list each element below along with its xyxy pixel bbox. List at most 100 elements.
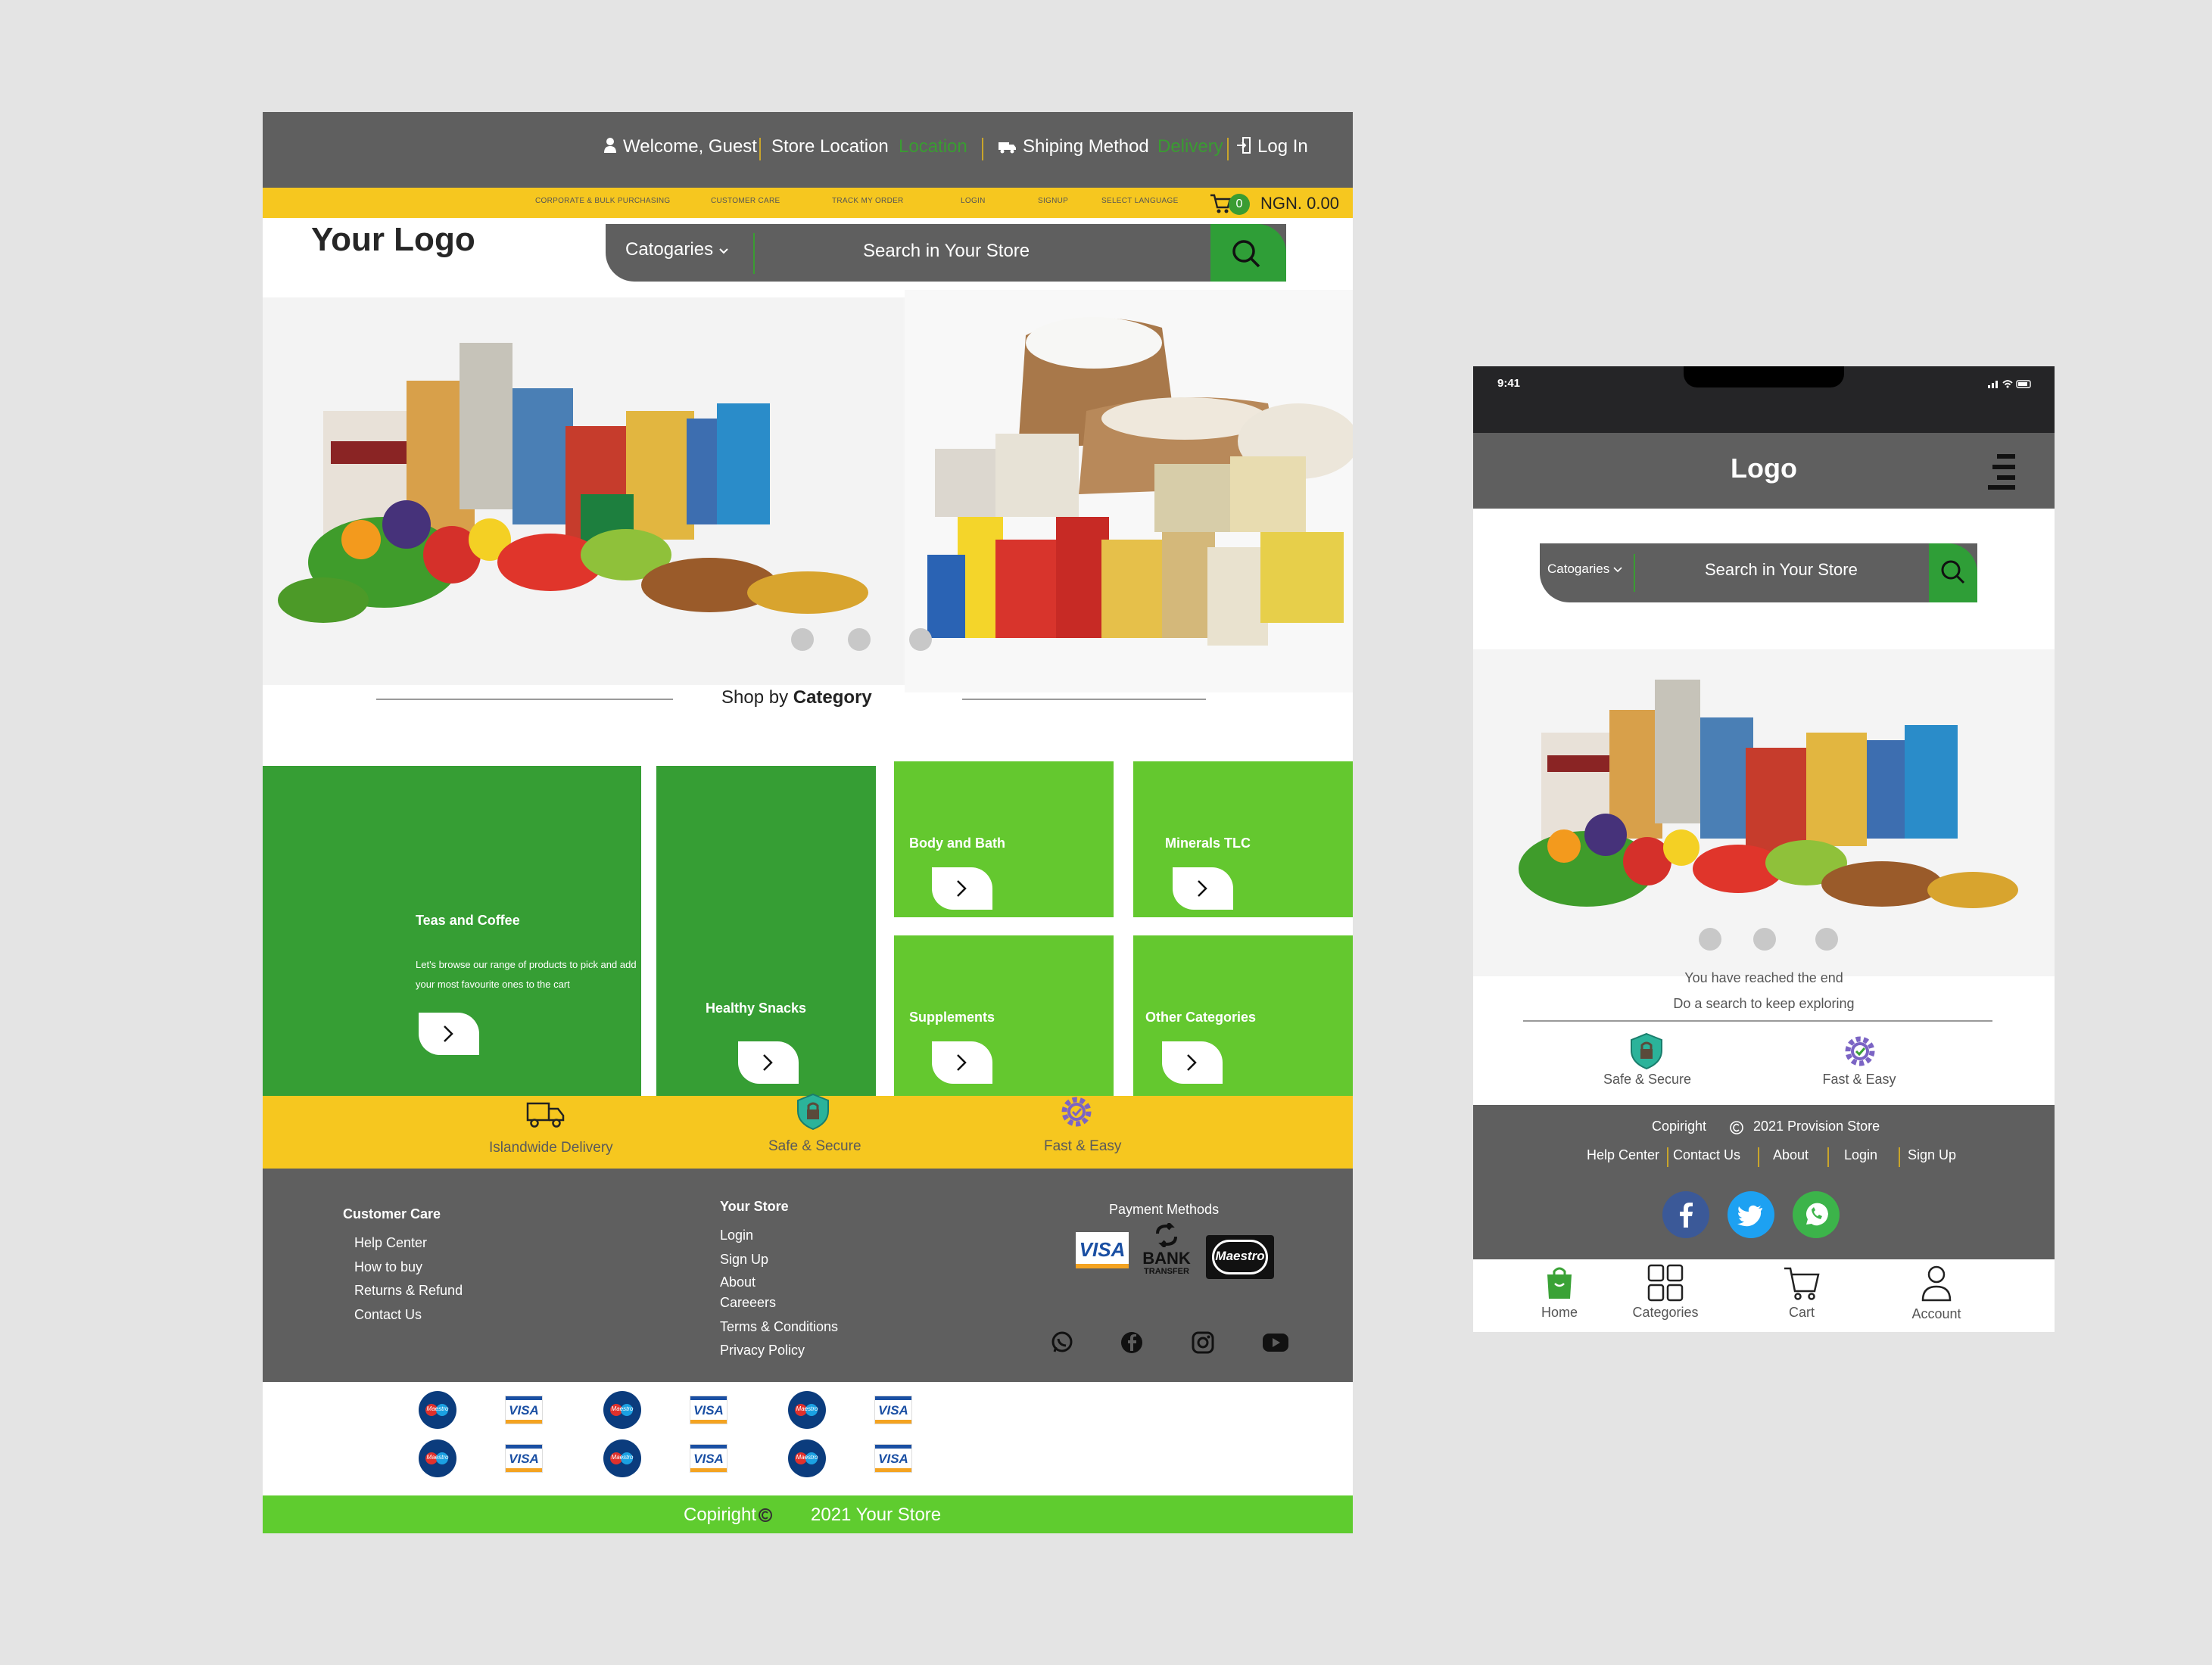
store-logo[interactable]: Your Logo [311, 221, 475, 259]
link-corporate[interactable]: CORPORATE & BULK PURCHASING [535, 197, 671, 205]
your-store-heading: Your Store [720, 1199, 789, 1214]
footer-link-about[interactable]: About [720, 1274, 756, 1290]
chevron-right-icon [957, 1054, 967, 1071]
visa-card-icon: VISA [690, 1444, 727, 1473]
shopping-bag-icon [1547, 1267, 1572, 1299]
footer-link-privacy[interactable]: Privacy Policy [720, 1343, 805, 1358]
mobile-categories-dropdown[interactable]: Catogaries [1547, 562, 1622, 577]
carousel-dot-2[interactable] [848, 628, 871, 651]
footer-link-terms[interactable]: Terms & Conditions [720, 1319, 838, 1335]
maestro-card-icon: Maestro [419, 1439, 456, 1477]
mobile-logo[interactable]: Logo [1665, 453, 1862, 484]
whatsapp-icon[interactable] [1050, 1330, 1074, 1355]
chevron-right-icon [1198, 880, 1207, 897]
link-customer-care[interactable]: CUSTOMER CARE [711, 197, 780, 205]
welcome-guest[interactable]: Welcome, Guest [603, 136, 757, 157]
mobile-link-signup[interactable]: Sign Up [1908, 1147, 1956, 1163]
shipping-method-label[interactable]: Shiping Method [999, 136, 1149, 157]
mobile-hero-banner [1473, 649, 2055, 976]
store-location-label[interactable]: Store Location [771, 136, 889, 157]
menu-icon[interactable] [1985, 453, 2017, 490]
mobile-search-bar: Catogaries Search in Your Store [1540, 543, 1977, 602]
visa-card-icon: VISA [874, 1444, 912, 1473]
tile-arrow-button[interactable] [932, 1041, 992, 1084]
hero-image-groceries [263, 297, 903, 685]
chevron-right-icon [1187, 1054, 1197, 1071]
mobile-feature-safe-label: Safe & Secure [1603, 1072, 1692, 1087]
carousel-dot-1[interactable] [791, 628, 814, 651]
whatsapp-icon[interactable] [1793, 1191, 1840, 1238]
link-language[interactable]: SELECT LANGUAGE [1101, 197, 1179, 205]
tile-arrow-button[interactable] [1173, 867, 1233, 910]
footer-link-careers[interactable]: Careeers [720, 1295, 776, 1311]
visa-card-icon: VISA [874, 1396, 912, 1424]
category-tile-healthy-snacks[interactable]: Healthy Snacks [656, 766, 876, 1096]
instagram-icon[interactable] [1191, 1330, 1215, 1355]
tab-cart[interactable]: Cart [1756, 1259, 1847, 1321]
facebook-icon[interactable] [1662, 1191, 1709, 1238]
link-signup[interactable]: SIGNUP [1038, 197, 1068, 205]
maestro-card-icon: Maestro [603, 1391, 641, 1429]
visa-card-icon: VISA [505, 1444, 543, 1473]
mobile-link-about[interactable]: About [1773, 1147, 1809, 1163]
log-in-link[interactable]: Log In [1236, 136, 1308, 157]
mobile-carousel-dot-3[interactable] [1815, 928, 1838, 951]
youtube-icon[interactable] [1262, 1332, 1289, 1353]
end-of-list-title: You have reached the end [1684, 970, 1843, 985]
carousel-dot-3[interactable] [909, 628, 932, 651]
gear-check-icon [1845, 1036, 1875, 1066]
link-track-order[interactable]: TRACK MY ORDER [832, 197, 904, 205]
mobile-search-button[interactable] [1929, 543, 1977, 602]
tile-arrow-button[interactable] [419, 1013, 479, 1055]
mobile-copyright-text: 2021 Provision Store [1753, 1119, 1880, 1134]
category-tile-supplements[interactable]: Supplements [894, 935, 1114, 1096]
visa-card-icon: VISA [505, 1396, 543, 1424]
mobile-link-help-center[interactable]: Help Center [1587, 1147, 1659, 1163]
twitter-icon[interactable] [1728, 1191, 1774, 1238]
user-icon [1921, 1265, 1952, 1302]
footer-link-help-center[interactable]: Help Center [354, 1235, 427, 1251]
category-tile-other[interactable]: Other Categories [1133, 935, 1353, 1096]
search-input[interactable]: Search in Your Store [863, 241, 1030, 262]
tab-home[interactable]: Home [1514, 1259, 1605, 1321]
footer-link-signup[interactable]: Sign Up [720, 1252, 768, 1268]
footer-link-returns[interactable]: Returns & Refund [354, 1283, 463, 1299]
grid-icon [1647, 1264, 1684, 1302]
category-tile-minerals-tlc[interactable]: Minerals TLC [1133, 761, 1353, 917]
features-strip: Islandwide Delivery Safe & Secure Fast &… [263, 1093, 1353, 1169]
tile-arrow-button[interactable] [738, 1041, 799, 1084]
tab-account[interactable]: Account [1891, 1259, 1982, 1322]
mobile-carousel-dot-1[interactable] [1699, 928, 1721, 951]
mobile-copyright-label: Copiright [1652, 1119, 1707, 1134]
footer-link-login[interactable]: Login [720, 1228, 753, 1243]
footer-link-contact[interactable]: Contact Us [354, 1307, 422, 1323]
delivery-truck-icon [526, 1102, 565, 1128]
tile-arrow-button[interactable] [932, 867, 992, 910]
shield-lock-icon [1631, 1032, 1662, 1070]
category-tile-teas-coffee[interactable]: Teas and Coffee Let's browse our range o… [263, 766, 641, 1096]
link-login[interactable]: LOGIN [961, 197, 986, 205]
shield-lock-icon [797, 1093, 829, 1131]
bottom-tab-bar: Home Categories Cart Account [1473, 1259, 2055, 1332]
mobile-header: Logo [1473, 433, 2055, 509]
mobile-feature-fast-label: Fast & Easy [1822, 1072, 1896, 1087]
mobile-carousel-dot-2[interactable] [1753, 928, 1776, 951]
mobile-search-input[interactable]: Search in Your Store [1705, 560, 1858, 580]
tile-arrow-button[interactable] [1162, 1041, 1223, 1084]
cart-icon [1784, 1267, 1820, 1300]
mobile-link-contact[interactable]: Contact Us [1673, 1147, 1740, 1163]
store-location-value[interactable]: Location [899, 136, 967, 157]
tab-categories[interactable]: Categories [1620, 1259, 1711, 1321]
maestro-card-icon: Maestro [419, 1391, 456, 1429]
shipping-method-value[interactable]: Delivery [1157, 136, 1223, 157]
chevron-right-icon [957, 880, 967, 897]
customer-care-heading: Customer Care [343, 1206, 441, 1222]
categories-dropdown[interactable]: Catogaries [625, 239, 729, 260]
category-tile-body-bath[interactable]: Body and Bath [894, 761, 1114, 917]
copyright-bar: Copiright 2021 Your Store [263, 1495, 1353, 1533]
maestro-payment-logo: Maestro [1206, 1235, 1274, 1279]
search-button[interactable] [1210, 224, 1286, 282]
footer-link-how-to-buy[interactable]: How to buy [354, 1259, 422, 1275]
facebook-icon[interactable] [1120, 1330, 1144, 1355]
mobile-link-login[interactable]: Login [1844, 1147, 1877, 1163]
